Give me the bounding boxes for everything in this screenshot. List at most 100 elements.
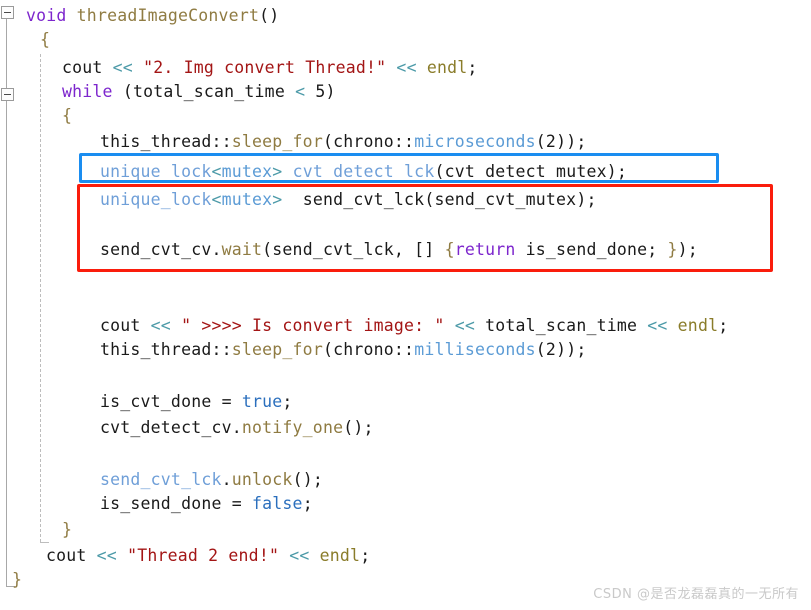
- code-token: (chrono::: [322, 340, 415, 359]
- code-token: <: [295, 82, 316, 101]
- code-token: (cvt_detect_mutex);: [434, 162, 627, 181]
- code-token: unique_lock: [100, 162, 212, 181]
- code-line[interactable]: this_thread::sleep_for(chrono::microseco…: [100, 132, 586, 152]
- collapse-minus-icon-inner[interactable]: [1, 88, 14, 101]
- code-token: <<: [112, 58, 144, 77]
- code-token: ;: [360, 546, 371, 565]
- code-token: wait: [221, 240, 263, 259]
- code-token: total_scan_time: [485, 316, 648, 335]
- code-editor[interactable]: void threadImageConvert(){cout << "2. Im…: [0, 0, 811, 610]
- code-token: {: [444, 240, 455, 259]
- code-line[interactable]: is_send_done = false;: [100, 494, 313, 514]
- code-token: ;: [282, 392, 293, 411]
- code-line[interactable]: unique_lock<mutex> cvt_detect_lck(cvt_de…: [100, 162, 627, 182]
- code-token: while: [62, 82, 123, 101]
- code-line[interactable]: send_cvt_cv.wait(send_cvt_lck, [] {retur…: [100, 240, 698, 260]
- code-token: is_send_done =: [100, 494, 253, 513]
- code-line[interactable]: }: [62, 520, 72, 540]
- code-token: (send_cvt_mutex);: [424, 190, 597, 209]
- code-token: this_thread::: [100, 132, 232, 151]
- code-token: <<: [96, 546, 128, 565]
- code-line[interactable]: this_thread::sleep_for(chrono::milliseco…: [100, 340, 586, 360]
- code-token: "Thread 2 end!": [127, 546, 280, 565]
- code-line[interactable]: send_cvt_lck.unlock();: [100, 470, 323, 490]
- code-token: void: [26, 6, 77, 25]
- code-line[interactable]: cout << " >>>> Is convert image: " << to…: [100, 316, 728, 336]
- code-token: false: [252, 494, 303, 513]
- code-line[interactable]: {: [62, 106, 72, 126]
- code-token: >: [272, 162, 293, 181]
- code-token: sleep_for: [231, 132, 323, 151]
- code-token: ;: [718, 316, 729, 335]
- code-token: 5): [315, 82, 336, 101]
- code-token: microseconds: [414, 132, 536, 151]
- code-token: unique_lock: [100, 190, 212, 209]
- code-token: milliseconds: [414, 340, 536, 359]
- code-line[interactable]: }: [12, 570, 22, 590]
- code-token: ;: [302, 494, 313, 513]
- code-token: (): [259, 6, 280, 25]
- code-token: send_cvt_cv.: [100, 240, 222, 259]
- code-token: >: [272, 190, 283, 209]
- code-token: is_send_done;: [525, 240, 668, 259]
- code-line[interactable]: cout << "2. Img convert Thread!" << endl…: [62, 58, 478, 78]
- code-token: cout: [46, 546, 97, 565]
- code-token: (total_scan_time: [122, 82, 296, 101]
- code-token: <: [211, 162, 222, 181]
- code-token: cvt_detect_cv.: [100, 418, 242, 437]
- code-token: cout: [100, 316, 151, 335]
- code-token: <<: [279, 546, 320, 565]
- code-token: ;: [467, 58, 478, 77]
- code-token: cvt_detect_lck: [292, 162, 435, 181]
- code-token: {: [40, 30, 51, 49]
- code-token: (2));: [535, 132, 587, 151]
- code-token: .: [221, 470, 232, 489]
- code-token: true: [241, 392, 283, 411]
- code-token: " >>>> Is convert image: ": [181, 316, 445, 335]
- code-token: send_cvt_lck: [100, 470, 222, 489]
- code-token: <<: [647, 316, 678, 335]
- fold-line-inner: [40, 54, 41, 542]
- code-token: send_cvt_lck: [282, 190, 425, 209]
- code-line[interactable]: cout << "Thread 2 end!" << endl;: [46, 546, 370, 566]
- code-line[interactable]: void threadImageConvert(): [26, 6, 279, 26]
- code-token: threadImageConvert: [76, 6, 260, 25]
- code-token: "2. Img convert Thread!": [143, 58, 387, 77]
- fold-gutter: [0, 0, 70, 610]
- collapse-minus-icon[interactable]: [1, 6, 14, 19]
- code-token: }: [12, 570, 23, 589]
- code-token: sleep_for: [231, 340, 323, 359]
- code-token: (2));: [535, 340, 587, 359]
- code-token: is_cvt_done =: [100, 392, 242, 411]
- code-token: }: [62, 520, 73, 539]
- code-line[interactable]: unique_lock<mutex> send_cvt_lck(send_cvt…: [100, 190, 597, 210]
- code-line[interactable]: cvt_detect_cv.notify_one();: [100, 418, 374, 438]
- code-line[interactable]: {: [40, 30, 50, 50]
- code-token: return: [454, 240, 526, 259]
- code-token: endl: [426, 58, 468, 77]
- watermark: CSDN @是否龙磊磊真的一无所有: [593, 587, 799, 602]
- code-token: }: [667, 240, 678, 259]
- code-token: );: [677, 240, 698, 259]
- code-token: mutex: [221, 190, 273, 209]
- code-token: <<: [150, 316, 182, 335]
- fold-line-inner-foot: [40, 542, 49, 543]
- code-token: {: [62, 106, 73, 125]
- code-token: (chrono::: [322, 132, 415, 151]
- fold-line-outer: [6, 19, 7, 586]
- code-token: endl: [319, 546, 361, 565]
- code-line[interactable]: is_cvt_done = true;: [100, 392, 293, 412]
- code-token: ();: [343, 418, 374, 437]
- code-token: (send_cvt_lck, []: [262, 240, 445, 259]
- code-token: cout: [62, 58, 113, 77]
- code-token: unlock: [231, 470, 293, 489]
- code-token: <<: [386, 58, 427, 77]
- code-token: endl: [677, 316, 719, 335]
- code-token: this_thread::: [100, 340, 232, 359]
- code-line[interactable]: while (total_scan_time < 5): [62, 82, 336, 102]
- code-token: <: [211, 190, 222, 209]
- code-token: <<: [444, 316, 486, 335]
- code-token: ();: [292, 470, 323, 489]
- code-token: notify_one: [241, 418, 344, 437]
- code-token: mutex: [221, 162, 273, 181]
